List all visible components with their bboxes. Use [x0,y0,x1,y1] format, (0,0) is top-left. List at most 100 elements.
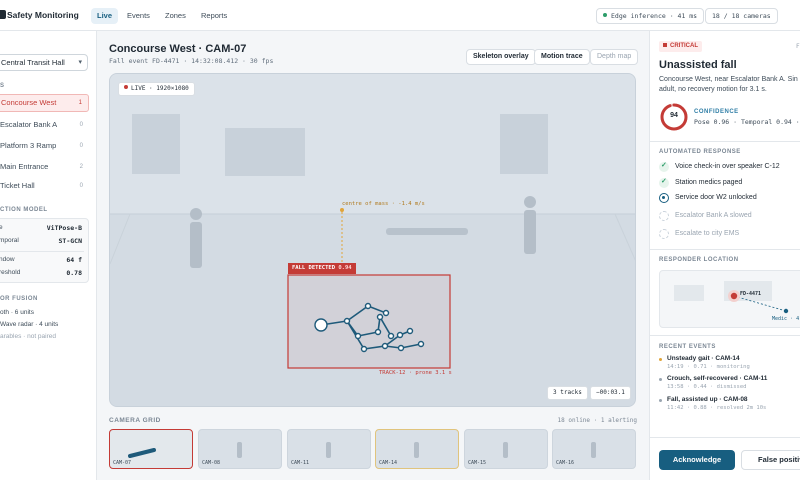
camera-grid-label: CAMERA GRID [109,417,161,424]
severity-badge: CRITICAL [659,41,702,52]
camera-count-text: 18 / 18 cameras [712,12,771,20]
divider [650,335,800,336]
recent-event-meta: 14:19 · 0.71 · monitoring [667,364,750,370]
person-marker [414,442,419,458]
model-key: reshold [0,269,21,276]
event-dot-icon [659,358,662,361]
left-sidebar: Central Transit Hall ▾ S Concourse West 1 … [0,31,97,480]
responder-map[interactable]: FD-4471 Medic · 4 [659,270,800,328]
model-row-temporal: mporal ST-GCN [0,237,88,249]
tab-reports[interactable]: Reports [195,8,233,24]
bystander-body [524,210,536,254]
location-label: Escalator Bank A [0,120,58,129]
camera-thumb-cam-08[interactable]: CAM-08 [198,429,282,469]
main-panel: Concourse West · CAM-07 Fall event FD-44… [97,31,649,480]
automated-response-label: AUTOMATED RESPONSE [659,149,741,155]
check-icon [659,177,669,188]
app-title: Safety Monitoring [7,10,79,20]
camera-thumb-label: CAM-14 [379,460,398,466]
top-bar: Safety Monitoring Live Events Zones Repo… [0,0,800,31]
false-positive-button[interactable]: False positive [741,450,800,470]
alert-desc-line: adult, no recovery motion for 3.1 s. [659,86,767,93]
location-item-ticket-hall[interactable]: Ticket Hall 0 [0,177,89,195]
model-row-threshold: reshold 0.78 [0,269,88,281]
model-key: e [0,224,3,231]
recent-event-title: Crouch, self-recovered · CAM-11 [667,375,768,382]
camera-feed[interactable]: LIVE · 1920×1080 centre of mass · -1.4 m… [109,73,636,407]
confidence-detail: Pose 0.96 · Temporal 0.94 · Radar 0. [694,118,800,126]
app-logo [0,10,6,19]
tab-zones[interactable]: Zones [159,8,192,24]
location-item-concourse-west[interactable]: Concourse West 1 [0,94,89,112]
alert-square-icon [663,43,667,47]
model-row-pose: e ViTPose-B [0,224,88,236]
wall-panel [500,114,548,174]
confidence-label: CONFIDENCE [694,109,739,115]
location-count: 0 [79,143,83,149]
check-icon [659,161,669,172]
recent-event-title: Unsteady gait · CAM-14 [667,355,740,362]
model-row-window: ndow 64 f [0,256,88,268]
responder-location-label: RESPONDER LOCATION [659,257,739,263]
sensor-fusion-section-label: OR FUSION [0,296,38,302]
site-select[interactable]: Central Transit Hall ▾ [0,54,88,71]
fall-detected-score: 0.94 [338,265,352,271]
recording-dot-icon [124,85,128,89]
camera-count-chip: 18 / 18 cameras [705,8,778,24]
alert-panel: CRITICAL FD Unassisted fall Concourse We… [649,31,800,480]
model-value: ViTPose-B [46,224,82,232]
bystander-head [190,208,202,220]
detection-model-panel: e ViTPose-B mporal ST-GCN ndow 64 f reshold… [0,218,89,283]
event-dot-icon [659,378,662,381]
recent-event-meta: 11:42 · 0.88 · resolved 2m 10s [667,405,767,411]
location-item-escalator-bank-a[interactable]: Escalator Bank A 0 [0,116,89,134]
event-dot-icon [659,399,662,402]
in-progress-icon [659,193,669,203]
location-count: 2 [79,164,83,170]
chevron-down-icon: ▾ [78,59,82,66]
model-key: mporal [0,237,19,244]
step-label: Escalate to city EMS [675,230,740,237]
location-item-main-entrance[interactable]: Main Entrance 2 [0,158,89,176]
depth-map-button[interactable]: Depth map [590,49,639,65]
camera-thumb-cam-14[interactable]: CAM-14 [375,429,459,469]
location-label: Platform 3 Ramp [0,141,57,150]
tab-events[interactable]: Events [121,8,156,24]
motion-trace-button[interactable]: Motion trace [534,49,590,65]
fusion-item-depth: oth · 6 units [0,309,34,316]
location-count: 1 [78,100,82,106]
location-item-platform-3-ramp[interactable]: Platform 3 Ramp 0 [0,137,89,155]
camera-thumb-label: CAM-08 [202,460,221,466]
person-marker [326,442,331,458]
model-key: ndow [0,256,15,263]
alert-title: Unassisted fall [659,59,737,71]
fusion-item-radar: Wave radar · 4 units [0,321,59,328]
camera-thumb-cam-07[interactable]: CAM-07 [109,429,193,469]
bystander-head [524,196,536,208]
location-label: Concourse West [1,98,57,107]
recent-event-title: Fall, assisted up · CAM-08 [667,396,748,403]
divider [0,251,84,252]
model-value: ST-GCN [58,237,82,245]
model-value: 64 f [66,256,82,264]
location-count: 0 [79,183,83,189]
severity-text: CRITICAL [670,43,698,49]
person-marker [591,442,596,458]
location-label: Ticket Hall [0,181,35,190]
recent-events-label: RECENT EVENTS [659,344,716,350]
camera-thumb-cam-16[interactable]: CAM-16 [552,429,636,469]
camera-thumb-cam-11[interactable]: CAM-11 [287,429,371,469]
camera-thumb-label: CAM-16 [556,460,575,466]
step-label: Voice check-in over speaker C-12 [675,163,780,170]
camera-thumb-cam-15[interactable]: CAM-15 [464,429,548,469]
camera-thumb-label: CAM-15 [468,460,487,466]
live-badge: LIVE · 1920×1080 [118,82,195,96]
fall-detection-box[interactable] [287,274,451,369]
feed-scene [110,74,635,406]
acknowledge-button[interactable]: Acknowledge [659,450,735,470]
map-event-label: FD-4471 [740,291,762,297]
step-label: Escalator Bank A slowed [675,212,752,219]
tab-live[interactable]: Live [91,8,119,24]
skeleton-overlay-button[interactable]: Skeleton overlay [466,49,536,65]
wall-panel [225,128,305,176]
